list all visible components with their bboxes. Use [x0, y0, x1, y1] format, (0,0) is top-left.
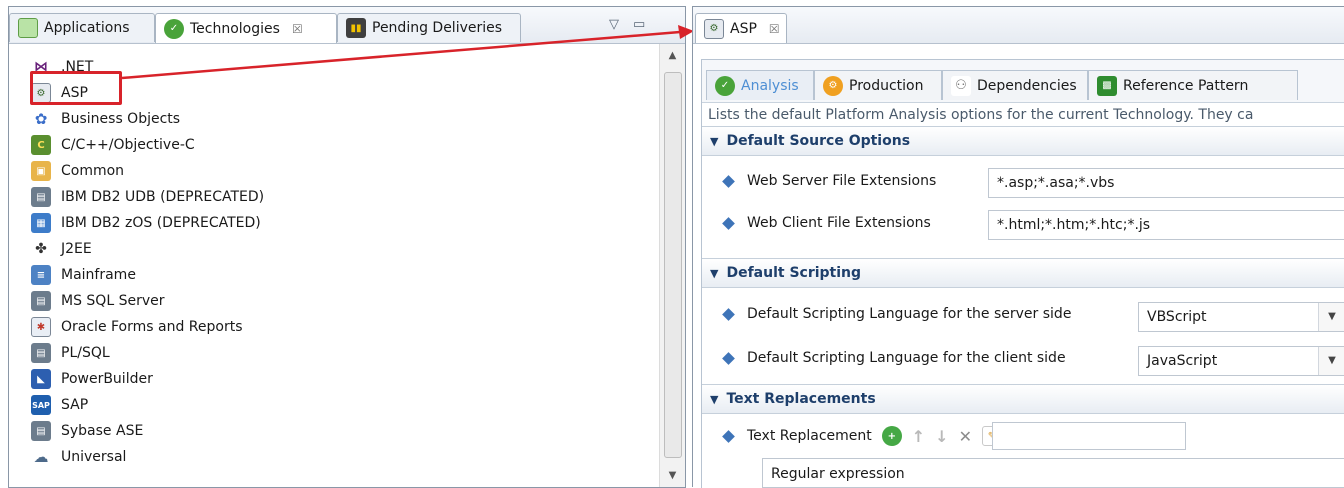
- move-down-icon[interactable]: ↓: [935, 427, 948, 446]
- client-scripting-row: Default Scripting Language for the clien…: [722, 350, 1066, 366]
- text-replacement-input[interactable]: [992, 422, 1186, 450]
- text-replacements-body: Text Replacement + ↑ ↓ ✕ ✎ Regular expre…: [702, 414, 1344, 488]
- server-scripting-value: VBScript: [1147, 309, 1207, 325]
- tab-production[interactable]: ⚙ Production: [814, 70, 942, 100]
- diamond-bullet-icon: [722, 174, 735, 188]
- server-scripting-label: Default Scripting Language for the serve…: [747, 306, 1072, 322]
- analysis-icon: ✓: [715, 75, 735, 96]
- reference-pattern-icon: ▩: [1097, 75, 1117, 96]
- asp-editor-view: ⚙ ASP ☒ ✓ Analysis ⚙ Production ⚇ Depend…: [692, 6, 1344, 488]
- asp-icon: ⚙: [704, 18, 724, 39]
- tab-dependencies[interactable]: ⚇ Dependencies: [942, 70, 1088, 100]
- diamond-bullet-icon: [722, 216, 735, 230]
- section-text-replacements[interactable]: ▼ Text Replacements: [702, 384, 1344, 414]
- text-replacement-row: Text Replacement + ↑ ↓ ✕ ✎: [722, 426, 1002, 446]
- collapse-arrow-icon[interactable]: ▼: [710, 267, 718, 280]
- section-title: Text Replacements: [726, 391, 876, 407]
- collapse-arrow-icon[interactable]: ▼: [710, 393, 718, 406]
- section-title: Default Scripting: [726, 265, 862, 281]
- tab-analysis-label: Analysis: [741, 77, 799, 94]
- dropdown-arrow-icon[interactable]: ▼: [1318, 303, 1344, 331]
- collapse-arrow-icon[interactable]: ▼: [710, 135, 718, 148]
- dependencies-icon: ⚇: [951, 75, 971, 96]
- tab-analysis[interactable]: ✓ Analysis: [706, 70, 814, 100]
- diamond-bullet-icon: [722, 307, 735, 321]
- tab-production-label: Production: [849, 77, 924, 94]
- web-server-extensions-label: Web Server File Extensions: [747, 173, 937, 189]
- client-scripting-label: Default Scripting Language for the clien…: [747, 350, 1066, 366]
- web-server-extensions-input[interactable]: *.asp;*.asa;*.vbs: [988, 168, 1344, 198]
- diamond-bullet-icon: [722, 351, 735, 365]
- regular-expression-column-header[interactable]: Regular expression: [762, 458, 1344, 488]
- web-client-extensions-input[interactable]: *.html;*.htm;*.htc;*.js: [988, 210, 1344, 240]
- section-title: Default Source Options: [726, 133, 911, 149]
- tab-dependencies-label: Dependencies: [977, 77, 1077, 94]
- web-server-extensions-row: Web Server File Extensions: [722, 173, 936, 189]
- web-client-extensions-label: Web Client File Extensions: [747, 215, 931, 231]
- analysis-description: Lists the default Platform Analysis opti…: [702, 102, 1344, 126]
- tab-reference-pattern[interactable]: ▩ Reference Pattern: [1088, 70, 1298, 100]
- editor-tab-bar: ⚙ ASP ☒: [693, 7, 1344, 44]
- add-icon[interactable]: +: [881, 426, 902, 446]
- dropdown-arrow-icon[interactable]: ▼: [1318, 347, 1344, 375]
- web-client-extensions-row: Web Client File Extensions: [722, 215, 931, 231]
- tab-asp-label: ASP: [730, 20, 757, 37]
- client-scripting-select[interactable]: JavaScript ▼: [1138, 346, 1344, 376]
- section-default-source-options[interactable]: ▼ Default Source Options: [702, 126, 1344, 156]
- server-scripting-row: Default Scripting Language for the serve…: [722, 306, 1071, 322]
- client-scripting-value: JavaScript: [1147, 353, 1218, 369]
- technology-editor: ✓ Analysis ⚙ Production ⚇ Dependencies ▩…: [701, 59, 1344, 488]
- production-icon: ⚙: [823, 75, 843, 96]
- delete-icon[interactable]: ✕: [959, 427, 972, 446]
- scripting-body: Default Scripting Language for the serve…: [702, 288, 1344, 394]
- close-icon[interactable]: ☒: [769, 22, 780, 36]
- section-default-scripting[interactable]: ▼ Default Scripting: [702, 258, 1344, 288]
- tab-asp[interactable]: ⚙ ASP ☒: [695, 13, 787, 43]
- diamond-bullet-icon: [722, 429, 735, 443]
- move-up-icon[interactable]: ↑: [912, 427, 925, 446]
- tab-reference-pattern-label: Reference Pattern: [1123, 77, 1249, 94]
- source-options-body: Web Server File Extensions *.asp;*.asa;*…: [702, 156, 1344, 258]
- text-replacement-label: Text Replacement: [747, 428, 872, 444]
- server-scripting-select[interactable]: VBScript ▼: [1138, 302, 1344, 332]
